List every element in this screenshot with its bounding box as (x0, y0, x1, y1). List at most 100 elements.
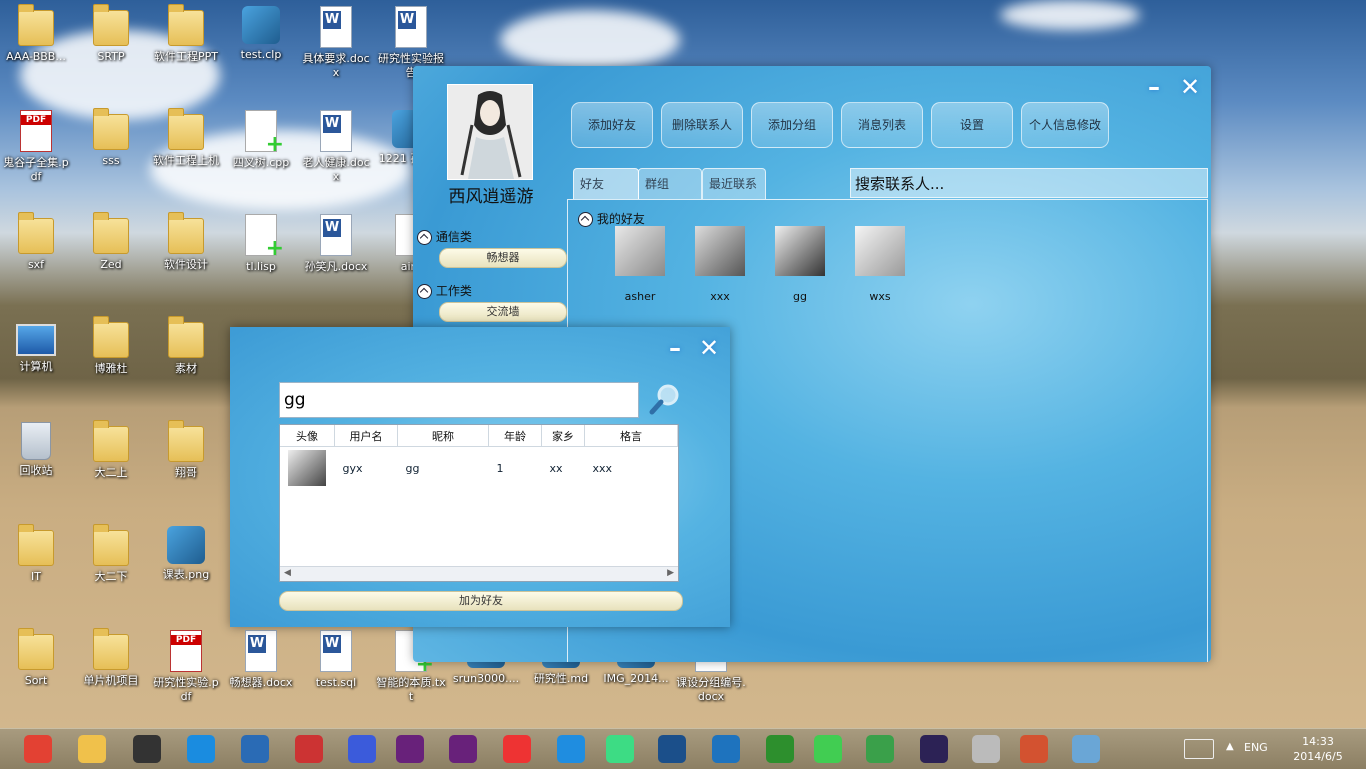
taskbar-app-jetbrains[interactable] (551, 732, 591, 766)
taskbar-app-qq[interactable] (181, 732, 221, 766)
close-button[interactable]: ✕ (696, 335, 722, 361)
tab-groups[interactable]: 群组 (638, 168, 702, 199)
friend-xxx[interactable]: xxx (690, 226, 750, 303)
column-header-age[interactable]: 年龄 (488, 425, 542, 447)
desktop-icon[interactable]: IT (0, 520, 72, 620)
settings-button[interactable]: 设置 (931, 102, 1013, 148)
desktop-icon[interactable]: 四叉树.cpp (225, 104, 297, 204)
group-header-work[interactable]: 工作类 (417, 282, 472, 299)
keyboard-icon[interactable] (1184, 739, 1214, 759)
minimize-button[interactable]: – (1141, 74, 1167, 100)
taskbar-app-flower[interactable] (1066, 732, 1106, 766)
folder-icon (93, 108, 129, 150)
taskbar-app-powerpoint[interactable] (1014, 732, 1054, 766)
taskbar-app-infinity[interactable] (342, 732, 382, 766)
tab-recent[interactable]: 最近联系 (702, 168, 766, 199)
language-indicator[interactable]: ENG (1244, 741, 1268, 754)
desktop-icon[interactable]: 研究性实验.pdf (150, 624, 222, 724)
desktop-icon[interactable]: 软件工程上机 (150, 104, 222, 204)
desktop-icon[interactable]: 大二上 (75, 416, 147, 516)
edit-profile-button[interactable]: 个人信息修改 (1021, 102, 1109, 148)
my-friends-group-header[interactable]: 我的好友 (578, 210, 645, 227)
group-header-communication[interactable]: 通信类 (417, 228, 472, 245)
desktop-icon[interactable]: test.clp (225, 0, 297, 100)
horizontal-scrollbar[interactable]: ◀ ▶ (280, 566, 678, 581)
desktop-icon[interactable]: AAA-BBB... (0, 0, 72, 100)
taskbar-app-sublime[interactable] (127, 732, 167, 766)
taskbar-app-visual-studio[interactable] (390, 732, 430, 766)
taskbar-app-explorer[interactable] (72, 732, 112, 766)
desktop-icon[interactable]: 计算机 (0, 312, 72, 412)
friend-asher[interactable]: asher (610, 226, 670, 303)
add-as-friend-button[interactable]: 加为好友 (279, 591, 683, 611)
desktop-icon[interactable]: 素材 (150, 312, 222, 412)
close-button[interactable]: ✕ (1177, 74, 1203, 100)
friend-wxs[interactable]: wxs (850, 226, 910, 303)
taskbar-app-thunderbird[interactable] (235, 732, 275, 766)
taskbar-app-terminal[interactable] (706, 732, 746, 766)
minimize-button[interactable]: – (662, 335, 688, 361)
add-friend-button[interactable]: 添加好友 (571, 102, 653, 148)
group-header-label: 通信类 (435, 230, 472, 244)
desktop-icon[interactable]: sss (75, 104, 147, 204)
search-contact-input[interactable]: 搜索联系人... (850, 168, 1208, 198)
taskbar-app-cat-photo[interactable] (966, 732, 1006, 766)
taskbar-app-tree[interactable] (760, 732, 800, 766)
group-item-jiaoliuqiang[interactable]: 交流墙 (439, 302, 567, 322)
desktop-icon[interactable]: 博雅杜 (75, 312, 147, 412)
message-list-button[interactable]: 消息列表 (841, 102, 923, 148)
clock[interactable]: 14:33 2014/6/5 (1283, 734, 1353, 764)
visual-studio-2-icon (449, 735, 477, 763)
taskbar-app-chrome[interactable] (18, 732, 58, 766)
column-header-hometown[interactable]: 家乡 (541, 425, 585, 447)
column-header-avatar[interactable]: 头像 (280, 425, 335, 447)
desktop-icon-label: test.sql (315, 676, 357, 689)
scroll-left-icon[interactable]: ◀ (284, 568, 291, 578)
desktop-icon-label: sxf (27, 258, 45, 271)
desktop-icon[interactable]: 单片机项目 (75, 624, 147, 724)
desktop-icon[interactable]: 具体要求.docx (300, 0, 372, 100)
search-button[interactable] (648, 382, 682, 416)
friend-gg[interactable]: gg (770, 226, 830, 303)
table-row[interactable]: gyx gg 1 xx xxx (280, 447, 678, 490)
search-results-table: 头像 用户名 昵称 年龄 家乡 格言 gyx gg 1 xx xxx ◀ ▶ (279, 424, 679, 582)
column-header-nickname[interactable]: 昵称 (397, 425, 489, 447)
taskbar-app-eight[interactable] (652, 732, 692, 766)
desktop-icon[interactable]: 鬼谷子全集.pdf (0, 104, 72, 204)
taskbar-app-visual-studio-2[interactable] (443, 732, 483, 766)
tab-friends[interactable]: 好友 (573, 168, 639, 199)
desktop-icon[interactable]: 软件设计 (150, 208, 222, 308)
column-header-username[interactable]: 用户名 (334, 425, 398, 447)
add-group-button[interactable]: 添加分组 (751, 102, 833, 148)
desktop-icon[interactable]: 软件工程PPT (150, 0, 222, 100)
delete-contact-button[interactable]: 删除联系人 (661, 102, 743, 148)
taskbar-app-editor[interactable] (289, 732, 329, 766)
desktop-icon[interactable]: test.sql (300, 624, 372, 724)
desktop-icon[interactable]: Zed (75, 208, 147, 308)
desktop-icon[interactable]: sxf (0, 208, 72, 308)
desktop-icon[interactable]: SRTP (75, 0, 147, 100)
desktop-icon[interactable]: 老人健康.docx (300, 104, 372, 204)
group-item-changxiangqi[interactable]: 畅想器 (439, 248, 567, 268)
desktop-icon[interactable]: tl.lisp (225, 208, 297, 308)
desktop-icon[interactable]: Sort (0, 624, 72, 724)
taskbar-app-puzzle[interactable] (497, 732, 537, 766)
desktop-icon[interactable]: 课表.png (150, 520, 222, 620)
desktop-icon[interactable]: 大二下 (75, 520, 147, 620)
avatar[interactable] (447, 84, 533, 180)
desktop-icon[interactable]: 回收站 (0, 416, 72, 516)
desktop-icon-label: 单片机项目 (83, 674, 139, 687)
taskbar-app-eclipse[interactable] (914, 732, 954, 766)
search-input[interactable] (279, 382, 639, 418)
taskbar-app-ball[interactable] (860, 732, 900, 766)
taskbar-app-qt[interactable] (808, 732, 848, 766)
desktop-icon-label: 博雅杜 (94, 362, 128, 375)
desktop-icon[interactable]: 孙笑凡.docx (300, 208, 372, 308)
desktop-icon[interactable]: 畅想器.docx (225, 624, 297, 724)
desktop-icon[interactable]: 翔哥 (150, 416, 222, 516)
tray-expand-icon[interactable]: ▲ (1226, 741, 1234, 752)
taskbar-app-android[interactable] (600, 732, 640, 766)
desktop-icon-label: 课表.png (162, 568, 210, 581)
scroll-right-icon[interactable]: ▶ (667, 568, 674, 578)
column-header-motto[interactable]: 格言 (584, 425, 678, 447)
